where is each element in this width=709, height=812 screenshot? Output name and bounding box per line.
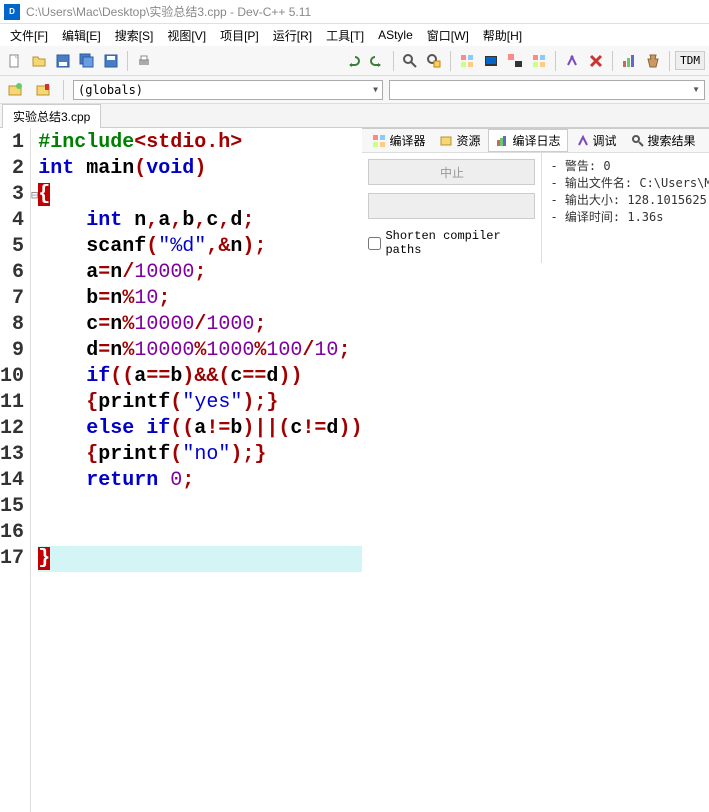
- fold-minus-icon[interactable]: [31, 182, 38, 208]
- separator: [450, 51, 451, 71]
- fold-column: [31, 128, 38, 812]
- new-project-icon[interactable]: [4, 79, 26, 101]
- menu-tools[interactable]: 工具[T]: [320, 25, 370, 46]
- compile-icon[interactable]: [456, 50, 478, 72]
- tab-compiler[interactable]: 编译器: [366, 130, 431, 151]
- bottom-left-panel: 中止 Shorten compiler paths: [362, 153, 542, 263]
- bottom-body: 中止 Shorten compiler paths - 警告: 0 - 输出文件…: [362, 153, 709, 263]
- tab-resources[interactable]: 资源: [433, 130, 486, 151]
- menu-help[interactable]: 帮助[H]: [477, 25, 528, 46]
- tab-compile-log[interactable]: 编译日志: [488, 129, 567, 152]
- replace-icon[interactable]: [423, 50, 445, 72]
- save-all-icon[interactable]: [76, 50, 98, 72]
- title-bar: D C:\Users\Mac\Desktop\实验总结3.cpp - Dev-C…: [0, 0, 709, 24]
- shorten-paths-checkbox[interactable]: Shorten compiler paths: [368, 229, 535, 257]
- menu-file[interactable]: 文件[F]: [4, 25, 54, 46]
- stop-icon[interactable]: [585, 50, 607, 72]
- line-number-gutter: 1234567891011121314151617: [0, 128, 31, 812]
- separator: [555, 51, 556, 71]
- abort-button[interactable]: 中止: [368, 159, 535, 185]
- shorten-paths-input[interactable]: [368, 237, 381, 250]
- bottom-tab-bar: 编译器 资源 编译日志 调试 搜索结果 关闭: [362, 129, 709, 153]
- output-line: - 警告: 0: [550, 157, 709, 174]
- globals-label: (globals): [78, 83, 143, 97]
- code-area[interactable]: #include<stdio.h> int main(void) { int n…: [38, 128, 362, 812]
- symbol-dropdown[interactable]: ▼: [389, 80, 705, 100]
- separator: [612, 51, 613, 71]
- chevron-down-icon: ▼: [692, 85, 700, 94]
- rebuild-icon[interactable]: [528, 50, 550, 72]
- code-editor[interactable]: 1234567891011121314151617 #include<stdio…: [0, 128, 709, 812]
- tab-search-results[interactable]: 搜索结果: [625, 130, 702, 151]
- run-icon[interactable]: [480, 50, 502, 72]
- menu-search[interactable]: 搜索[S]: [109, 25, 160, 46]
- output-line: - 输出大小: 128.1015625 KiB: [550, 191, 709, 208]
- find-icon[interactable]: [399, 50, 421, 72]
- separator: [63, 80, 64, 100]
- chevron-down-icon: ▼: [373, 85, 378, 94]
- compile-run-icon[interactable]: [504, 50, 526, 72]
- save-as-icon[interactable]: [100, 50, 122, 72]
- output-line: - 输出文件名: C:\Users\Mac\Desktop\实验总结3.exe: [550, 174, 709, 191]
- menu-project[interactable]: 项目[P]: [214, 25, 265, 46]
- app-icon: D: [4, 4, 20, 20]
- debug-icon[interactable]: [561, 50, 583, 72]
- open-icon[interactable]: [28, 50, 50, 72]
- bookmark-icon[interactable]: [32, 79, 54, 101]
- clean-icon[interactable]: [642, 50, 664, 72]
- new-file-icon[interactable]: [4, 50, 26, 72]
- separator: [669, 51, 670, 71]
- print-icon[interactable]: [133, 50, 155, 72]
- profile-icon[interactable]: [618, 50, 640, 72]
- tab-debug[interactable]: 调试: [570, 130, 623, 151]
- bottom-panel: 编译器 资源 编译日志 调试 搜索结果 关闭 中止 Shorten compil…: [362, 128, 709, 263]
- editor-tab[interactable]: 实验总结3.cpp: [2, 104, 101, 128]
- menu-run[interactable]: 运行[R]: [267, 25, 318, 46]
- separator: [393, 51, 394, 71]
- menu-window[interactable]: 窗口[W]: [421, 25, 475, 46]
- redo-icon[interactable]: [366, 50, 388, 72]
- tab-close[interactable]: 关闭: [704, 130, 709, 151]
- save-icon[interactable]: [52, 50, 74, 72]
- editor-tab-bar: 实验总结3.cpp: [0, 104, 709, 128]
- toolbar-main: TDM: [0, 46, 709, 76]
- secondary-button[interactable]: [368, 193, 535, 219]
- menu-edit[interactable]: 编辑[E]: [56, 25, 107, 46]
- toolbar-secondary: (globals) ▼ ▼: [0, 76, 709, 104]
- compiler-set-dropdown[interactable]: TDM: [675, 51, 705, 70]
- globals-dropdown[interactable]: (globals) ▼: [73, 80, 383, 100]
- menu-view[interactable]: 视图[V]: [161, 25, 212, 46]
- separator: [127, 51, 128, 71]
- output-line: - 编译时间: 1.36s: [550, 208, 709, 225]
- undo-icon[interactable]: [342, 50, 364, 72]
- compile-output[interactable]: - 警告: 0 - 输出文件名: C:\Users\Mac\Desktop\实验…: [542, 153, 709, 263]
- menu-astyle[interactable]: AStyle: [372, 26, 419, 44]
- window-title: C:\Users\Mac\Desktop\实验总结3.cpp - Dev-C++…: [26, 3, 311, 20]
- menu-bar: 文件[F] 编辑[E] 搜索[S] 视图[V] 项目[P] 运行[R] 工具[T…: [0, 24, 709, 46]
